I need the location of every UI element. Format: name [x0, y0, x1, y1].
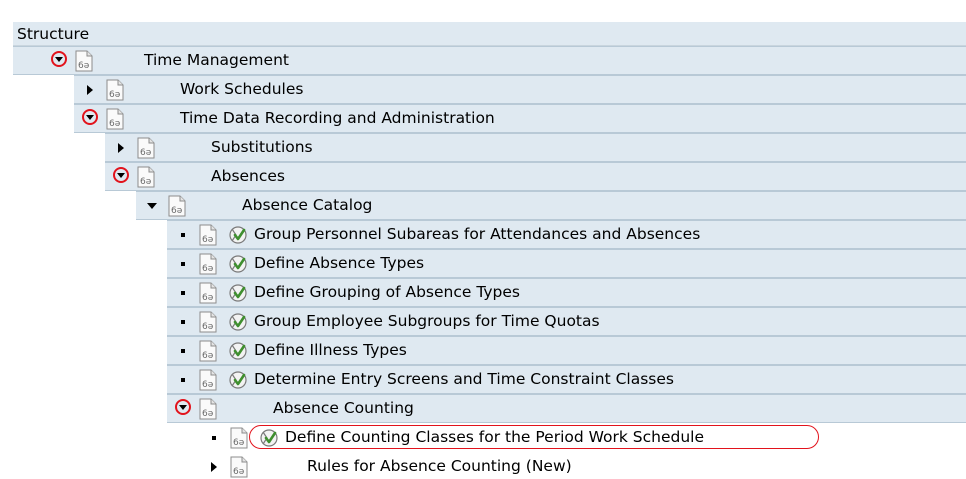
expand-down-icon[interactable]	[113, 167, 129, 183]
structure-node-icon: 6ə	[105, 108, 125, 130]
svg-text:6ə: 6ə	[202, 322, 214, 332]
execute-activity-icon[interactable]	[228, 225, 248, 245]
svg-text:6ə: 6ə	[202, 409, 214, 419]
tree-node-label[interactable]: Group Personnel Subareas for Attendances…	[254, 225, 700, 243]
execute-activity-icon[interactable]	[228, 254, 248, 274]
tree-row[interactable]: 6ə Group Employee Subgroups for Time Quot…	[13, 307, 966, 336]
tree-node-label[interactable]: Rules for Absence Counting (New)	[307, 457, 572, 475]
svg-text:6ə: 6ə	[202, 380, 214, 390]
expand-down-icon[interactable]	[142, 191, 162, 220]
tree-node-label[interactable]: Absence Catalog	[242, 196, 372, 214]
structure-node-icon: 6ə	[105, 79, 125, 101]
leaf-bullet-icon	[173, 365, 193, 394]
svg-text:6ə: 6ə	[171, 206, 183, 216]
tree-node-label[interactable]: Determine Entry Screens and Time Constra…	[254, 370, 674, 388]
execute-activity-icon[interactable]	[228, 341, 248, 361]
structure-node-icon: 6ə	[198, 282, 218, 304]
tree-row[interactable]: 6ə Absences	[13, 162, 966, 191]
svg-text:6ə: 6ə	[140, 148, 152, 158]
structure-node-icon: 6ə	[229, 456, 249, 478]
structure-node-icon: 6ə	[167, 195, 187, 217]
tree-row[interactable]: 6ə Define Grouping of Absence Types	[13, 278, 966, 307]
leaf-bullet-icon	[173, 307, 193, 336]
tree-node-label[interactable]: Substitutions	[211, 138, 313, 156]
structure-header-title: Structure	[17, 25, 90, 43]
leaf-bullet-icon	[173, 220, 193, 249]
structure-header: Structure	[13, 22, 966, 46]
svg-text:6ə: 6ə	[202, 264, 214, 274]
execute-activity-icon[interactable]	[228, 370, 248, 390]
execute-activity-icon[interactable]	[228, 283, 248, 303]
tree-row[interactable]: 6ə Group Personnel Subareas for Attendanc…	[13, 220, 966, 249]
structure-node-icon: 6ə	[198, 253, 218, 275]
annotation-highlight	[249, 425, 819, 449]
tree-row[interactable]: 6ə Substitutions	[13, 133, 966, 162]
expand-right-icon[interactable]	[111, 133, 131, 162]
expand-right-icon[interactable]	[80, 75, 100, 104]
tree-node-label[interactable]: Absences	[211, 167, 285, 185]
structure-node-icon: 6ə	[198, 340, 218, 362]
tree-node-label[interactable]: Time Data Recording and Administration	[180, 109, 495, 127]
tree-node-label[interactable]: Define Illness Types	[254, 341, 407, 359]
tree-row[interactable]: 6ə Time Data Recording and Administration	[13, 104, 966, 133]
svg-text:6ə: 6ə	[78, 61, 90, 71]
svg-text:6ə: 6ə	[140, 177, 152, 187]
expand-down-icon[interactable]	[51, 51, 67, 67]
leaf-bullet-icon	[173, 278, 193, 307]
expand-down-icon[interactable]	[82, 109, 98, 125]
svg-text:6ə: 6ə	[202, 293, 214, 303]
svg-text:6ə: 6ə	[109, 119, 121, 129]
svg-text:6ə: 6ə	[233, 438, 245, 448]
structure-node-icon: 6ə	[198, 224, 218, 246]
tree-node-label[interactable]: Time Management	[144, 51, 289, 69]
expand-down-icon[interactable]	[175, 399, 191, 415]
svg-text:6ə: 6ə	[202, 235, 214, 245]
svg-text:6ə: 6ə	[202, 351, 214, 361]
structure-node-icon: 6ə	[136, 166, 156, 188]
tree-row[interactable]: 6ə Work Schedules	[13, 75, 966, 104]
tree-row[interactable]: 6ə Absence Counting	[13, 394, 966, 423]
tree-node-label[interactable]: Define Absence Types	[254, 254, 424, 272]
structure-node-icon: 6ə	[229, 427, 249, 449]
leaf-bullet-icon	[173, 249, 193, 278]
tree-node-label[interactable]: Group Employee Subgroups for Time Quotas	[254, 312, 600, 330]
structure-node-icon: 6ə	[198, 369, 218, 391]
execute-activity-icon[interactable]	[228, 312, 248, 332]
tree-row[interactable]: 6ə Time Management	[13, 46, 966, 75]
expand-right-icon[interactable]	[204, 452, 224, 479]
leaf-bullet-icon	[204, 423, 224, 452]
tree-node-label[interactable]: Absence Counting	[273, 399, 414, 417]
structure-node-icon: 6ə	[74, 50, 94, 72]
tree-row[interactable]: 6ə Rules for Absence Counting (New)	[13, 452, 966, 479]
tree-row[interactable]: 6ə Define Illness Types	[13, 336, 966, 365]
structure-tree: Structure 6ə Time Management 6ə Work Schedu…	[13, 22, 966, 479]
tree-row[interactable]: 6ə Determine Entry Screens and Time Const…	[13, 365, 966, 394]
tree-row[interactable]: 6ə Define Counting Classes for the Period…	[13, 423, 966, 452]
svg-text:6ə: 6ə	[109, 90, 121, 100]
tree-node-label[interactable]: Define Grouping of Absence Types	[254, 283, 520, 301]
structure-node-icon: 6ə	[136, 137, 156, 159]
tree-row[interactable]: 6ə Absence Catalog	[13, 191, 966, 220]
tree-node-label[interactable]: Work Schedules	[180, 80, 303, 98]
leaf-bullet-icon	[173, 336, 193, 365]
tree-row[interactable]: 6ə Define Absence Types	[13, 249, 966, 278]
svg-text:6ə: 6ə	[233, 467, 245, 477]
structure-node-icon: 6ə	[198, 311, 218, 333]
structure-node-icon: 6ə	[198, 398, 218, 420]
